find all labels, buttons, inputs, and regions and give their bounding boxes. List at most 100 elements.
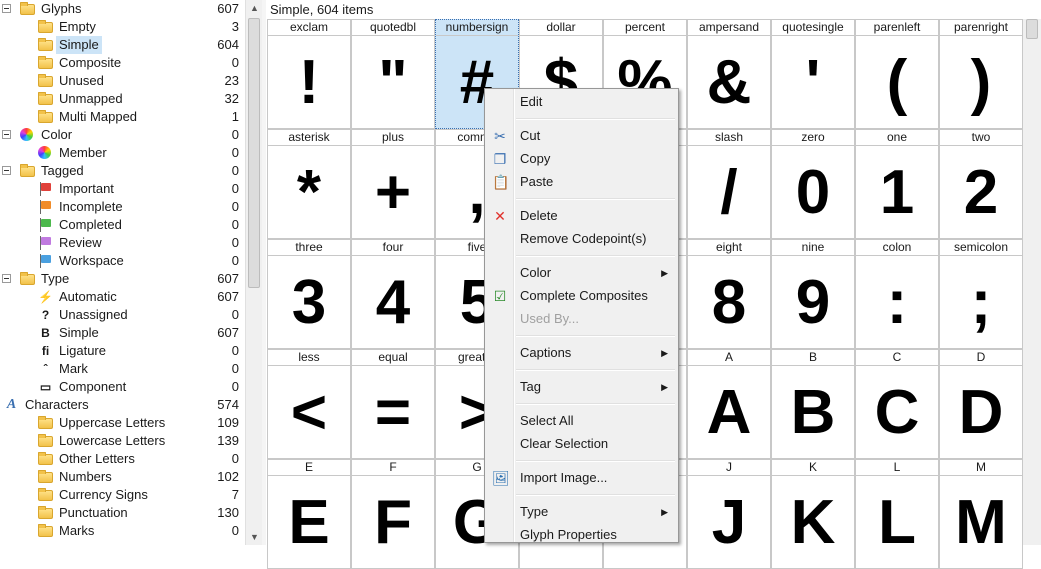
tree-item-multi-mapped[interactable]: Multi Mapped 1 [0, 108, 245, 126]
glyph-preview: = [374, 378, 412, 447]
glyph-cell-b[interactable]: BB [771, 349, 855, 459]
tree-item-composite[interactable]: Composite 0 [0, 54, 245, 72]
tree-item-review[interactable]: Review 0 [0, 234, 245, 252]
menu-item-paste[interactable]: 📋 Paste [487, 171, 676, 193]
glyph-cell-m[interactable]: MM [939, 459, 1023, 569]
collapse-toggle-icon[interactable] [2, 130, 11, 139]
menu-item-clear-selection[interactable]: Clear Selection [487, 433, 676, 455]
glyph-cell-two[interactable]: two 2 [939, 129, 1023, 239]
menu-item-captions[interactable]: Captions ▶ [487, 342, 676, 364]
menu-item-copy[interactable]: ❐ Copy [487, 148, 676, 170]
glyph-cell-c[interactable]: CC [855, 349, 939, 459]
glyph-cell-slash[interactable]: slash / [687, 129, 771, 239]
characters-icon: A [6, 397, 17, 412]
tree-item-completed[interactable]: Completed 0 [0, 216, 245, 234]
menu-item-used-by[interactable]: Used By... [487, 308, 676, 330]
glyph-cell-plus[interactable]: plus + [351, 129, 435, 239]
collapse-toggle-icon[interactable] [2, 4, 11, 13]
tree-scroll-thumb[interactable] [248, 18, 260, 288]
menu-item-tag[interactable]: Tag ▶ [487, 376, 676, 398]
tree-item-unmapped[interactable]: Unmapped 32 [0, 90, 245, 108]
tree-item-marks[interactable]: Marks 0 [0, 522, 245, 540]
glyph-cell-three[interactable]: three 3 [267, 239, 351, 349]
glyph-cell-quotedbl[interactable]: quotedbl " [351, 19, 435, 129]
glyph-cell-parenleft[interactable]: parenleft ( [855, 19, 939, 129]
tree-item-mark[interactable]: ˆ Mark 0 [0, 360, 245, 378]
menu-item-complete-composites[interactable]: ☑ Complete Composites [487, 285, 676, 307]
scroll-down-arrow-icon[interactable]: ▼ [246, 529, 263, 545]
glyph-cell-four[interactable]: four 4 [351, 239, 435, 349]
tree-item-automatic[interactable]: ⚡ Automatic 607 [0, 288, 245, 306]
glyph-cell-asterisk[interactable]: asterisk * [267, 129, 351, 239]
tree-item-other-letters[interactable]: Other Letters 0 [0, 450, 245, 468]
scroll-up-arrow-icon[interactable]: ▲ [246, 0, 263, 16]
menu-item-select-all[interactable]: Select All [487, 410, 676, 432]
tree-item-ligature[interactable]: fi Ligature 0 [0, 342, 245, 360]
menu-item-type[interactable]: Type ▶ [487, 501, 676, 523]
menu-item-color[interactable]: Color ▶ [487, 262, 676, 284]
menu-item-label: Paste [520, 174, 554, 189]
tree-item-member[interactable]: Member 0 [0, 144, 245, 162]
glyph-name-label: ampersand [688, 20, 770, 36]
glyph-name-label: exclam [268, 20, 350, 36]
tree-item-label: Important [59, 181, 114, 196]
tree-item-uppercase-letters[interactable]: Uppercase Letters 109 [0, 414, 245, 432]
tree-scrollbar[interactable]: ▲ ▼ [245, 0, 263, 545]
grid-scrollbar[interactable] [1023, 19, 1041, 545]
tree-item-currency-signs[interactable]: Currency Signs 7 [0, 486, 245, 504]
glyph-cell-quotesingle[interactable]: quotesingle ' [771, 19, 855, 129]
glyph-cell-eight[interactable]: eight 8 [687, 239, 771, 349]
glyph-cell-less[interactable]: less < [267, 349, 351, 459]
glyph-cell-ampersand[interactable]: ampersand & [687, 19, 771, 129]
menu-item-import-image[interactable]: 🖼 Import Image... [487, 467, 676, 489]
tree-item-label: Glyphs [41, 1, 82, 16]
tree-item-important[interactable]: Important 0 [0, 180, 245, 198]
tree-item-punctuation[interactable]: Punctuation 130 [0, 504, 245, 522]
tree-item-empty[interactable]: Empty 3 [0, 18, 245, 36]
collapse-toggle-icon[interactable] [2, 274, 11, 283]
tree-item-simple[interactable]: Simple 604 [0, 36, 245, 54]
glyph-cell-parenright[interactable]: parenright) [939, 19, 1023, 129]
menu-item-cut[interactable]: ✂ Cut [487, 125, 676, 147]
tree-item-incomplete[interactable]: Incomplete 0 [0, 198, 245, 216]
tree-item-unused[interactable]: Unused 23 [0, 72, 245, 90]
glyph-cell-e[interactable]: EE [267, 459, 351, 569]
glyph-cell-k[interactable]: KK [771, 459, 855, 569]
glyph-cell-l[interactable]: LL [855, 459, 939, 569]
color-wheel-icon [38, 146, 51, 159]
tree-item-tagged[interactable]: Tagged 0 [0, 162, 245, 180]
glyph-cell-a[interactable]: AA [687, 349, 771, 459]
tree-item-glyphs[interactable]: Glyphs 607 [0, 0, 245, 18]
glyph-cell-one[interactable]: one 1 [855, 129, 939, 239]
tree-item-type[interactable]: Type 607 [0, 270, 245, 288]
glyph-cell-semicolon[interactable]: semicolon; [939, 239, 1023, 349]
glyph-cell-d[interactable]: DD [939, 349, 1023, 459]
glyph-cell-zero[interactable]: zero 0 [771, 129, 855, 239]
glyph-preview: ( [886, 48, 908, 117]
menu-item-glyph-properties[interactable]: Glyph Properties [487, 524, 676, 546]
menu-item-remove-codepoint-s[interactable]: Remove Codepoint(s) [487, 228, 676, 250]
category-tree[interactable]: Glyphs 607 Empty 3 Simple 604 Composite 0 Unused… [0, 0, 245, 545]
menu-item-delete[interactable]: ✕ Delete [487, 205, 676, 227]
glyph-preview: M [955, 488, 1007, 557]
tree-item-unassigned[interactable]: ? Unassigned 0 [0, 306, 245, 324]
glyph-cell-nine[interactable]: nine 9 [771, 239, 855, 349]
folder-icon [38, 434, 53, 447]
menu-item-edit[interactable]: Edit [487, 91, 676, 113]
tree-item-component[interactable]: ▭ Component 0 [0, 378, 245, 396]
glyph-name-label: equal [352, 350, 434, 366]
tree-item-workspace[interactable]: Workspace 0 [0, 252, 245, 270]
glyph-cell-j[interactable]: JJ [687, 459, 771, 569]
tree-item-lowercase-letters[interactable]: Lowercase Letters 139 [0, 432, 245, 450]
glyph-cell-colon[interactable]: colon: [855, 239, 939, 349]
tree-item-numbers[interactable]: Numbers 102 [0, 468, 245, 486]
tree-item-count: 0 [231, 217, 239, 232]
glyph-cell-exclam[interactable]: exclam! [267, 19, 351, 129]
tree-item-characters[interactable]: A Characters 574 [0, 396, 245, 414]
grid-scroll-thumb[interactable] [1026, 19, 1038, 39]
collapse-toggle-icon[interactable] [2, 166, 11, 175]
tree-item-color[interactable]: Color 0 [0, 126, 245, 144]
tree-item-simple[interactable]: B Simple 607 [0, 324, 245, 342]
glyph-cell-f[interactable]: FF [351, 459, 435, 569]
glyph-cell-equal[interactable]: equal = [351, 349, 435, 459]
